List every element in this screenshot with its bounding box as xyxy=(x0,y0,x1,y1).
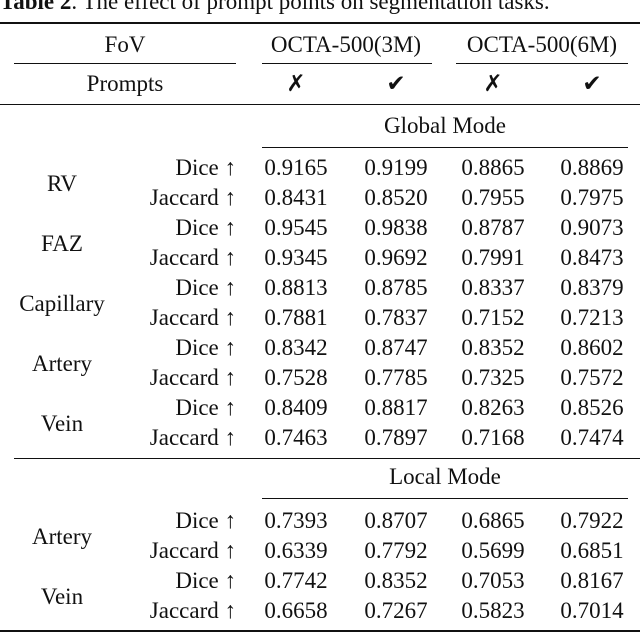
value-cell: 0.7474 xyxy=(560,425,624,450)
value-cell: 0.8352 xyxy=(364,568,428,593)
value-cell: 0.8342 xyxy=(264,335,328,360)
value-cell: 0.7785 xyxy=(364,365,428,390)
section-underline xyxy=(262,147,628,148)
group-label: RV xyxy=(46,171,78,196)
metric-label: Dice ↑ xyxy=(175,215,236,240)
metric-label: Jaccard ↑ xyxy=(149,538,236,563)
value-cell: 0.9165 xyxy=(264,155,328,180)
dataset-3m-underline xyxy=(262,63,432,64)
value-cell: 0.9073 xyxy=(560,215,624,240)
caption-text: . The effect of prompt points on segment… xyxy=(71,0,550,14)
value-cell: 0.9692 xyxy=(364,245,428,270)
section-separator xyxy=(14,458,640,459)
top-rule xyxy=(0,22,640,24)
value-cell: 0.7881 xyxy=(264,305,328,330)
prompt-mark-3m-without: ✗ xyxy=(286,71,306,96)
value-cell: 0.7922 xyxy=(560,508,624,533)
section-underline xyxy=(262,498,628,499)
value-cell: 0.7991 xyxy=(461,245,525,270)
value-cell: 0.7393 xyxy=(264,508,328,533)
metric-label: Jaccard ↑ xyxy=(149,425,236,450)
value-cell: 0.8602 xyxy=(560,335,624,360)
value-cell: 0.9199 xyxy=(364,155,428,180)
value-cell: 0.7463 xyxy=(264,425,328,450)
value-cell: 0.7267 xyxy=(364,598,428,623)
dataset-6m-underline xyxy=(456,63,628,64)
group-label: Artery xyxy=(31,524,93,549)
value-cell: 0.8167 xyxy=(560,568,624,593)
value-cell: 0.7014 xyxy=(560,598,624,623)
prompt-mark-3m-with: ✔ xyxy=(386,71,406,96)
value-cell: 0.7053 xyxy=(461,568,525,593)
value-cell: 0.9345 xyxy=(264,245,328,270)
value-cell: 0.7325 xyxy=(461,365,525,390)
value-cell: 0.6658 xyxy=(264,598,328,623)
group-label: Artery xyxy=(31,351,93,376)
fov-header: FoV xyxy=(104,32,146,57)
value-cell: 0.5699 xyxy=(461,538,525,563)
header-rule xyxy=(0,104,640,105)
metric-label: Dice ↑ xyxy=(175,155,236,180)
metric-label: Dice ↑ xyxy=(175,568,236,593)
metric-label: Dice ↑ xyxy=(175,335,236,360)
value-cell: 0.7955 xyxy=(461,185,525,210)
fov-underline xyxy=(14,63,236,64)
group-label: Vein xyxy=(40,584,84,609)
value-cell: 0.9545 xyxy=(264,215,328,240)
value-cell: 0.6339 xyxy=(264,538,328,563)
section-title: Local Mode xyxy=(389,464,501,489)
value-cell: 0.8526 xyxy=(560,395,624,420)
value-cell: 0.7792 xyxy=(364,538,428,563)
value-cell: 0.7742 xyxy=(264,568,328,593)
value-cell: 0.8869 xyxy=(560,155,624,180)
value-cell: 0.7897 xyxy=(364,425,428,450)
value-cell: 0.8787 xyxy=(461,215,525,240)
metric-label: Dice ↑ xyxy=(175,395,236,420)
metric-label: Jaccard ↑ xyxy=(149,365,236,390)
value-cell: 0.6851 xyxy=(560,538,624,563)
prompt-mark-6m-with: ✔ xyxy=(582,71,602,96)
value-cell: 0.8785 xyxy=(364,275,428,300)
bottom-rule xyxy=(0,630,640,632)
value-cell: 0.6865 xyxy=(461,508,525,533)
value-cell: 0.7572 xyxy=(560,365,624,390)
value-cell: 0.9838 xyxy=(364,215,428,240)
metric-label: Jaccard ↑ xyxy=(149,598,236,623)
group-label: Capillary xyxy=(19,291,105,316)
value-cell: 0.8707 xyxy=(364,508,428,533)
value-cell: 0.8352 xyxy=(461,335,525,360)
value-cell: 0.8379 xyxy=(560,275,624,300)
value-cell: 0.7152 xyxy=(461,305,525,330)
value-cell: 0.8817 xyxy=(364,395,428,420)
group-label: Vein xyxy=(40,411,84,436)
prompt-mark-6m-without: ✗ xyxy=(483,71,503,96)
section-title: Global Mode xyxy=(383,113,506,138)
value-cell: 0.8473 xyxy=(560,245,624,270)
dataset-header-3m: OCTA-500(3M) xyxy=(270,32,422,57)
value-cell: 0.8865 xyxy=(461,155,525,180)
value-cell: 0.8813 xyxy=(264,275,328,300)
metric-label: Dice ↑ xyxy=(175,275,236,300)
table-caption: Table 2. The effect of prompt points on … xyxy=(0,0,640,16)
value-cell: 0.7975 xyxy=(560,185,624,210)
metric-label: Jaccard ↑ xyxy=(149,305,236,330)
value-cell: 0.7528 xyxy=(264,365,328,390)
value-cell: 0.8337 xyxy=(461,275,525,300)
metric-label: Jaccard ↑ xyxy=(149,245,236,270)
metric-label: Dice ↑ xyxy=(175,508,236,533)
value-cell: 0.7213 xyxy=(560,305,624,330)
value-cell: 0.8431 xyxy=(264,185,328,210)
group-label: FAZ xyxy=(41,231,83,256)
value-cell: 0.5823 xyxy=(461,598,525,623)
dataset-header-6m: OCTA-500(6M) xyxy=(466,32,618,57)
prompts-header: Prompts xyxy=(86,71,164,96)
value-cell: 0.8747 xyxy=(364,335,428,360)
value-cell: 0.7168 xyxy=(461,425,525,450)
value-cell: 0.8263 xyxy=(461,395,525,420)
value-cell: 0.8409 xyxy=(264,395,328,420)
table-label: Table 2 xyxy=(0,0,72,14)
value-cell: 0.8520 xyxy=(364,185,428,210)
metric-label: Jaccard ↑ xyxy=(149,185,236,210)
value-cell: 0.7837 xyxy=(364,305,428,330)
